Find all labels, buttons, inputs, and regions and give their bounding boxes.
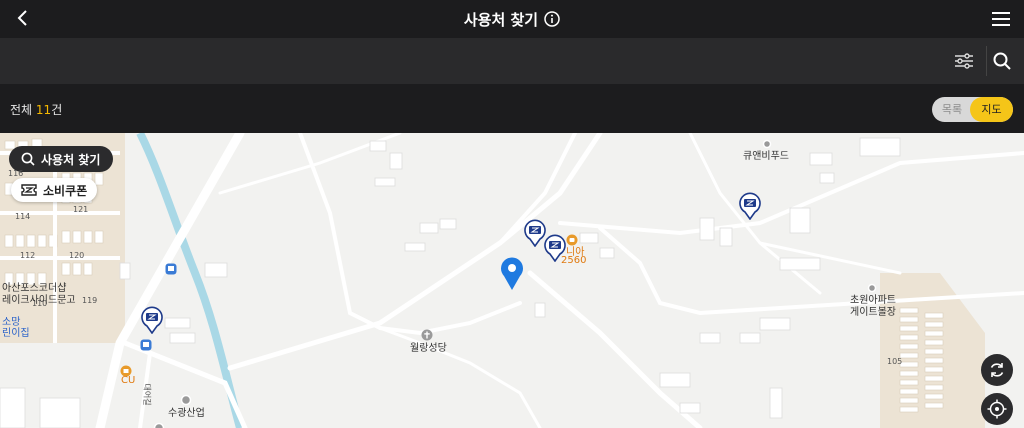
store-icon xyxy=(120,362,132,377)
menu-button[interactable] xyxy=(988,6,1014,32)
block-number: 119 xyxy=(82,296,98,305)
coupon-store-marker[interactable] xyxy=(739,192,761,221)
result-prefix: 전체 xyxy=(10,103,36,117)
block-number: 114 xyxy=(15,212,31,221)
coupon-store-marker[interactable] xyxy=(141,306,163,335)
top-bar: 사용처 찾기 xyxy=(0,0,1024,38)
place-label: 큐앤비푸드 xyxy=(743,151,789,162)
bus-stop-icon[interactable] xyxy=(165,260,177,275)
coupon-marker-icon xyxy=(141,306,163,335)
ticket-icon xyxy=(21,184,37,196)
list-view-tab[interactable]: 목록 xyxy=(932,97,972,122)
place-label: CU xyxy=(121,375,136,386)
bus-stop-icon[interactable] xyxy=(140,336,152,351)
refresh-icon xyxy=(990,363,1004,377)
road-label: 대어길 xyxy=(142,383,152,406)
result-suffix: 건 xyxy=(51,103,63,117)
cafe-icon xyxy=(566,231,578,246)
view-toggle: 목록 지도 xyxy=(932,97,1013,122)
coupon-filter-chip[interactable]: 소비쿠폰 xyxy=(11,178,97,202)
block-number: 116 xyxy=(8,169,24,178)
toolbar xyxy=(0,38,1024,84)
place-label: 레이크사이드문고 xyxy=(2,295,76,306)
coupon-store-marker[interactable] xyxy=(524,219,546,248)
refresh-button[interactable] xyxy=(981,354,1013,386)
location-pin-icon xyxy=(501,257,523,290)
map-view[interactable]: 사용처 찾기 소비쿠폰 116 114 121 112 120 110 119 … xyxy=(0,133,1024,428)
search-here-button[interactable]: 사용처 찾기 xyxy=(9,146,113,172)
crosshair-icon xyxy=(987,399,1007,419)
map-view-tab[interactable]: 지도 xyxy=(970,97,1013,122)
poi-dot-icon xyxy=(153,419,165,428)
search-button[interactable] xyxy=(988,48,1016,74)
result-number: 11 xyxy=(35,103,52,117)
coupon-label: 소비쿠폰 xyxy=(43,183,88,198)
search-icon xyxy=(993,52,1011,70)
coupon-marker-icon xyxy=(544,234,566,263)
place-label: 월랑성당 xyxy=(410,343,447,354)
search-icon xyxy=(21,152,35,166)
page-title: 사용처 찾기 xyxy=(463,10,539,29)
sliders-icon xyxy=(955,53,973,69)
church-icon xyxy=(421,326,433,341)
block-number: 120 xyxy=(69,251,85,260)
filter-button[interactable] xyxy=(950,48,978,74)
current-location-pin xyxy=(500,257,524,291)
block-number: 105 xyxy=(887,357,903,366)
info-icon[interactable] xyxy=(544,11,560,27)
coupon-store-marker[interactable] xyxy=(544,234,566,263)
result-count: 전체 11건 xyxy=(10,101,62,118)
poi-dot-icon xyxy=(761,135,773,149)
place-label: 수광산업 xyxy=(168,408,205,419)
block-number: 121 xyxy=(73,205,89,214)
place-label: 린이집 xyxy=(2,328,30,339)
hamburger-icon xyxy=(992,12,1010,26)
coupon-marker-icon xyxy=(524,219,546,248)
coupon-marker-icon xyxy=(739,192,761,221)
poi-dot-icon xyxy=(180,391,192,406)
my-location-button[interactable] xyxy=(981,393,1013,425)
poi-dot-icon xyxy=(866,279,878,293)
toolbar-divider xyxy=(986,46,987,76)
block-number: 112 xyxy=(20,251,36,260)
result-bar: 전체 11건 목록 지도 xyxy=(0,84,1024,133)
header: 사용처 찾기 xyxy=(0,0,1024,38)
place-label: 게이트볼장 xyxy=(850,307,896,318)
search-here-label: 사용처 찾기 xyxy=(41,152,101,167)
